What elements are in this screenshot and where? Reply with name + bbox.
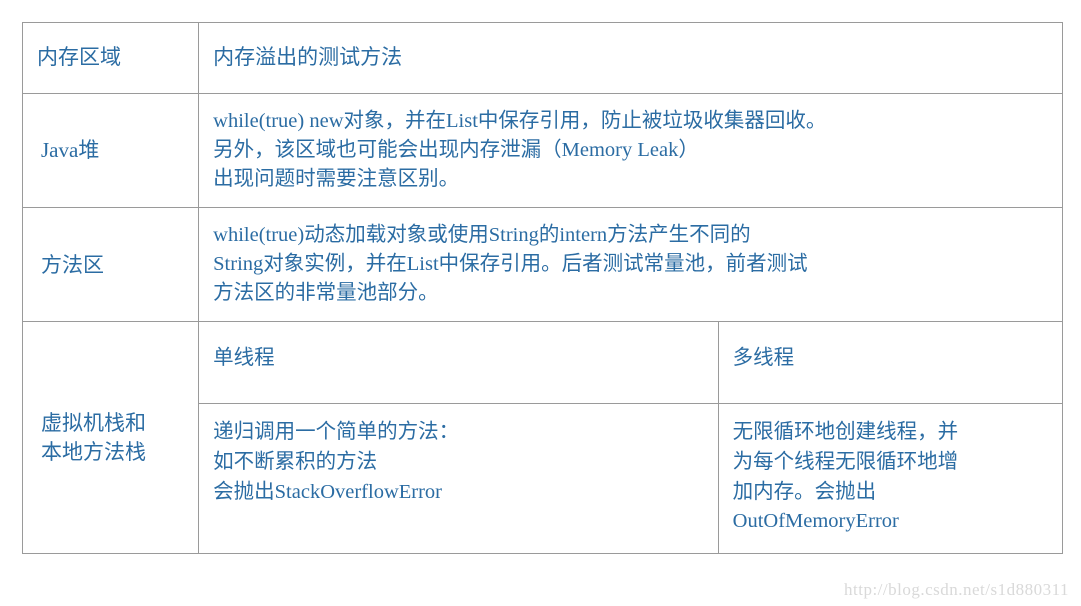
- method-text-method-area: while(true)动态加载对象或使用String的intern方法产生不同的…: [213, 224, 808, 305]
- area-label-java-heap: Java堆: [41, 138, 100, 163]
- cell-method-method-area: while(true)动态加载对象或使用String的intern方法产生不同的…: [198, 207, 1063, 323]
- thread-subtable: 单线程 多线程 递归调用一个简单的方法： 如不断累积的方法 会抛出StackOv…: [199, 322, 1063, 554]
- thread-header-cell-multi: 多线程: [718, 322, 1063, 405]
- table-row: 虚拟机栈和 本地方法栈 单线程 多线程 递归调用一个简单的方法： 如不断累积的方…: [21, 321, 1063, 555]
- cell-area-method-area: 方法区: [21, 207, 200, 323]
- cell-method-java-heap: while(true) new对象，并在List中保存引用，防止被垃圾收集器回收…: [198, 92, 1063, 209]
- table-row: Java堆 while(true) new对象，并在List中保存引用，防止被垃…: [21, 92, 1063, 209]
- thread-body-cell-multi: 无限循环地创建线程，并 为每个线程无限循环地增 加内存。会抛出 OutOfMem…: [718, 403, 1063, 554]
- thread-body-cell-single: 递归调用一个简单的方法： 如不断累积的方法 会抛出StackOverflowEr…: [199, 403, 719, 554]
- table-header-row: 内存区域 内存溢出的测试方法: [21, 22, 1063, 94]
- area-label-vm-stack: 虚拟机栈和 本地方法栈: [41, 411, 146, 464]
- cell-area-java-heap: Java堆: [21, 92, 200, 209]
- thread-subtable-header-row: 单线程 多线程: [199, 322, 1063, 405]
- header-cell-memory-area: 内存区域: [21, 22, 200, 94]
- memory-overflow-table: 内存区域 内存溢出的测试方法 Java堆 while(true) new对象，并…: [21, 22, 1063, 555]
- table-row: 方法区 while(true)动态加载对象或使用String的intern方法产…: [21, 207, 1063, 323]
- cell-method-vm-stack: 单线程 多线程 递归调用一个简单的方法： 如不断累积的方法 会抛出StackOv…: [198, 321, 1063, 555]
- header-label-test-method: 内存溢出的测试方法: [213, 45, 403, 69]
- thread-body-multi: 无限循环地创建线程，并 为每个线程无限循环地增 加内存。会抛出 OutOfMem…: [732, 421, 959, 533]
- area-label-method-area: 方法区: [41, 252, 104, 277]
- document-page: 内存区域 内存溢出的测试方法 Java堆 while(true) new对象，并…: [0, 0, 1081, 606]
- header-label-memory-area: 内存区域: [37, 45, 121, 69]
- thread-body-single: 递归调用一个简单的方法： 如不断累积的方法 会抛出StackOverflowEr…: [213, 421, 460, 503]
- thread-header-multi: 多线程: [732, 347, 795, 370]
- method-text-java-heap: while(true) new对象，并在List中保存引用，防止被垃圾收集器回收…: [213, 109, 827, 191]
- thread-header-cell-single: 单线程: [199, 322, 719, 405]
- header-cell-test-method: 内存溢出的测试方法: [198, 22, 1063, 94]
- cell-area-vm-stack: 虚拟机栈和 本地方法栈: [21, 321, 200, 555]
- thread-subtable-body-row: 递归调用一个简单的方法： 如不断累积的方法 会抛出StackOverflowEr…: [199, 403, 1063, 554]
- watermark-text: http://blog.csdn.net/s1d880311: [844, 580, 1069, 599]
- thread-header-single: 单线程: [213, 347, 275, 370]
